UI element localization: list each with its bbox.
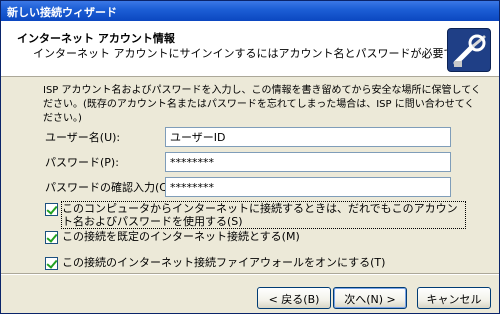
default-connection-checkbox[interactable]	[45, 231, 58, 244]
instruction-text: ISP アカウント名およびパスワードを入力し、この情報を書き留めてから安全な場所…	[43, 85, 481, 124]
firewall-label[interactable]: この接続のインターネット接続ファイアウォールをオンにする(T)	[62, 256, 385, 269]
shared-account-label[interactable]: このコンピュータからインターネットに接続するときは、だれでもこのアカウント名およ…	[61, 201, 466, 229]
network-key-icon	[447, 28, 491, 72]
back-button[interactable]: < 戻る(B)	[257, 287, 331, 309]
cancel-button[interactable]: キャンセル	[417, 287, 491, 309]
header-title: インターネット アカウント情報	[17, 32, 175, 45]
footer-divider	[1, 273, 499, 275]
username-input[interactable]	[165, 127, 451, 147]
window-titlebar[interactable]: 新しい接続ウィザード	[1, 1, 499, 21]
new-connection-wizard-window: 新しい接続ウィザード インターネット アカウント情報 インターネット アカウント…	[0, 0, 500, 314]
option-shared-account[interactable]: このコンピュータからインターネットに接続するときは、だれでもこのアカウント名およ…	[45, 201, 466, 229]
firewall-checkbox[interactable]	[45, 257, 58, 270]
confirm-password-input[interactable]	[165, 177, 451, 197]
password-label: パスワード(P):	[45, 156, 119, 169]
header-subtitle: インターネット アカウントにサインインするにはアカウント名とパスワードが必要です…	[33, 47, 476, 60]
option-firewall[interactable]: この接続のインターネット接続ファイアウォールをオンにする(T)	[45, 256, 465, 270]
next-button[interactable]: 次へ(N) >	[333, 287, 407, 309]
confirm-password-label: パスワードの確認入力(C):	[45, 181, 175, 194]
password-input[interactable]	[165, 152, 451, 172]
username-label: ユーザー名(U):	[45, 131, 121, 144]
default-connection-label[interactable]: この接続を既定のインターネット接続とする(M)	[62, 230, 300, 243]
option-default-connection[interactable]: この接続を既定のインターネット接続とする(M)	[45, 230, 465, 244]
shared-account-checkbox[interactable]	[45, 203, 58, 216]
wizard-header: インターネット アカウント情報 インターネット アカウントにサインインするにはア…	[1, 21, 499, 77]
